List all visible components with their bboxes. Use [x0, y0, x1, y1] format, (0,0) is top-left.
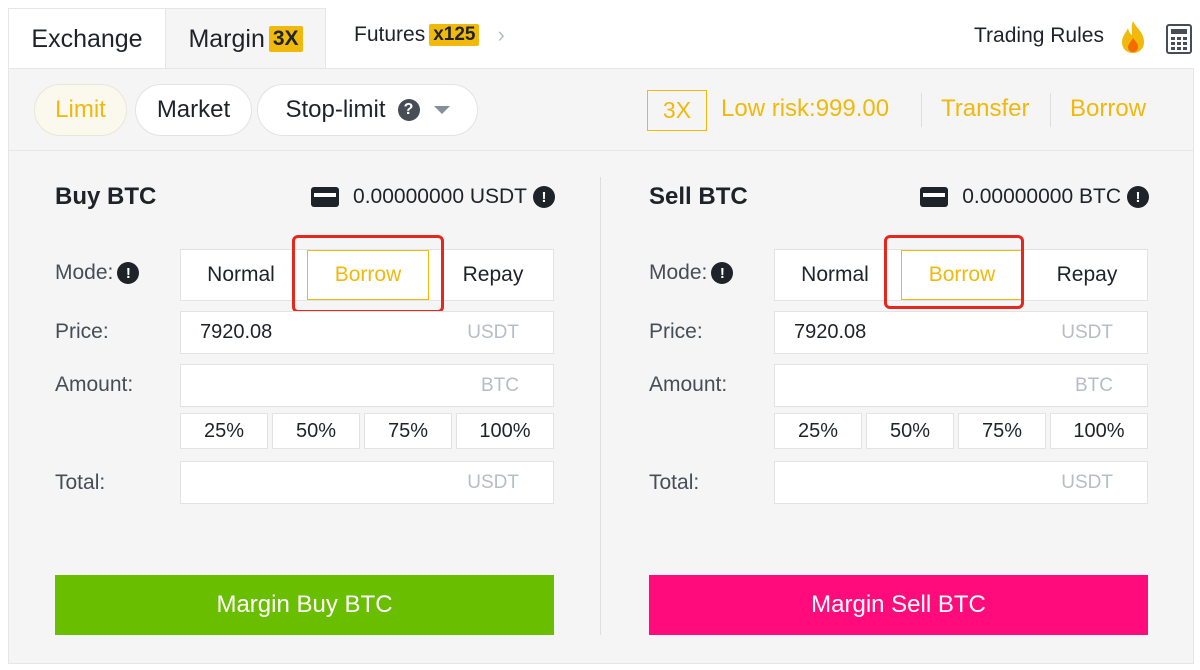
buy-percent-25[interactable]: 25% — [180, 413, 268, 449]
buy-mode-label-text: Mode: — [55, 261, 114, 284]
buy-mode-selector: Normal Borrow Repay — [180, 249, 554, 301]
buy-percent-75[interactable]: 75% — [364, 413, 452, 449]
chevron-right-icon[interactable]: › — [497, 22, 504, 48]
trading-rules-link[interactable]: Trading Rules — [974, 24, 1104, 48]
buy-percent-100[interactable]: 100% — [456, 413, 554, 449]
info-icon[interactable]: ! — [533, 186, 555, 208]
buy-price-unit: USDT — [467, 322, 519, 343]
sell-total-unit: USDT — [1061, 472, 1113, 493]
sell-mode-label: Mode: ! — [649, 261, 734, 285]
tab-exchange[interactable]: Exchange — [8, 8, 166, 69]
buy-amount-label: Amount: — [55, 373, 134, 396]
sell-amount-input[interactable]: BTC — [774, 364, 1148, 407]
wallet-icon — [311, 187, 340, 207]
risk-level: Low risk:999.00 — [721, 95, 890, 122]
sell-percent-50[interactable]: 50% — [866, 413, 954, 449]
buy-price-value: 7920.08 — [200, 321, 273, 343]
tab-exchange-label: Exchange — [31, 24, 143, 53]
sell-percent-100[interactable]: 100% — [1050, 413, 1148, 449]
buy-mode-borrow[interactable]: Borrow — [307, 250, 429, 300]
order-type-market-label: Market — [156, 96, 231, 123]
info-icon[interactable]: ! — [117, 262, 140, 284]
sell-balance-value: 0.00000000 BTC — [962, 185, 1121, 208]
buy-total-input[interactable]: USDT — [180, 461, 554, 504]
sell-amount-label: Amount: — [649, 373, 728, 396]
wallet-icon — [920, 187, 949, 207]
borrow-link[interactable]: Borrow — [1070, 95, 1146, 123]
buy-form: Buy BTC 0.00000000 USDT ! Mode: ! Normal… — [9, 151, 555, 661]
fire-icon[interactable] — [1118, 20, 1148, 54]
buy-percent-50[interactable]: 50% — [272, 413, 360, 449]
column-divider — [600, 177, 601, 635]
sell-total-input[interactable]: USDT — [774, 461, 1148, 504]
sell-percent-25[interactable]: 25% — [774, 413, 862, 449]
sell-mode-borrow[interactable]: Borrow — [901, 250, 1023, 300]
order-type-market[interactable]: Market — [135, 84, 252, 136]
divider — [1050, 93, 1051, 127]
order-type-limit-label: Limit — [55, 96, 106, 123]
sell-mode-selector: Normal Borrow Repay — [774, 249, 1148, 301]
margin-leverage-badge: 3X — [268, 26, 303, 52]
info-icon[interactable]: ! — [1127, 186, 1149, 208]
buy-total-label: Total: — [55, 471, 106, 494]
sell-title: Sell BTC — [649, 183, 748, 210]
order-type-stop-limit-label: Stop-limit — [285, 96, 386, 123]
market-tabs: Exchange Margin 3X Futures x125 › Tradin… — [0, 0, 1200, 69]
buy-total-unit: USDT — [467, 472, 519, 493]
buy-mode-repay[interactable]: Repay — [431, 250, 555, 300]
help-icon[interactable]: ? — [397, 99, 420, 121]
margin-buy-button[interactable]: Margin Buy BTC — [55, 575, 554, 635]
sell-price-input[interactable]: 7920.08 USDT — [774, 311, 1148, 354]
tab-futures[interactable]: Futures x125 › — [340, 8, 520, 62]
info-icon[interactable]: ! — [711, 262, 734, 284]
sell-amount-unit: BTC — [1075, 375, 1113, 396]
buy-price-label: Price: — [55, 320, 109, 343]
buy-price-input[interactable]: 7920.08 USDT — [180, 311, 554, 354]
sell-mode-repay[interactable]: Repay — [1025, 250, 1149, 300]
buy-title: Buy BTC — [55, 183, 157, 210]
caret-down-icon — [433, 106, 450, 114]
sell-price-unit: USDT — [1061, 322, 1113, 343]
sell-mode-normal[interactable]: Normal — [775, 250, 895, 300]
divider — [921, 93, 922, 127]
buy-balance-value: 0.00000000 USDT — [353, 185, 527, 208]
tab-margin[interactable]: Margin 3X — [166, 8, 326, 69]
buy-mode-normal[interactable]: Normal — [181, 250, 301, 300]
buy-amount-unit: BTC — [481, 375, 519, 396]
order-type-bar: Limit Market Stop-limit ? 3X Low risk:99… — [9, 69, 1193, 151]
tab-margin-label: Margin — [188, 24, 265, 53]
buy-amount-input[interactable]: BTC — [180, 364, 554, 407]
sell-balance: 0.00000000 BTC ! — [920, 185, 1149, 209]
order-type-limit[interactable]: Limit — [34, 84, 127, 136]
sell-price-value: 7920.08 — [794, 321, 867, 343]
sell-form: Sell BTC 0.00000000 BTC ! Mode: ! Normal… — [603, 151, 1149, 661]
sell-percent-75[interactable]: 75% — [958, 413, 1046, 449]
sell-price-label: Price: — [649, 320, 703, 343]
calculator-icon[interactable] — [1166, 24, 1192, 54]
tab-futures-label: Futures — [354, 23, 426, 46]
futures-leverage-badge: x125 — [429, 24, 480, 46]
buy-balance: 0.00000000 USDT ! — [311, 185, 555, 209]
margin-sell-button[interactable]: Margin Sell BTC — [649, 575, 1148, 635]
trade-panel: Limit Market Stop-limit ? 3X Low risk:99… — [8, 68, 1194, 664]
buy-mode-label: Mode: ! — [55, 261, 140, 285]
order-type-stop-limit[interactable]: Stop-limit ? — [257, 84, 478, 136]
leverage-badge[interactable]: 3X — [647, 90, 707, 131]
transfer-link[interactable]: Transfer — [941, 95, 1029, 123]
sell-total-label: Total: — [649, 471, 700, 494]
sell-mode-label-text: Mode: — [649, 261, 708, 284]
